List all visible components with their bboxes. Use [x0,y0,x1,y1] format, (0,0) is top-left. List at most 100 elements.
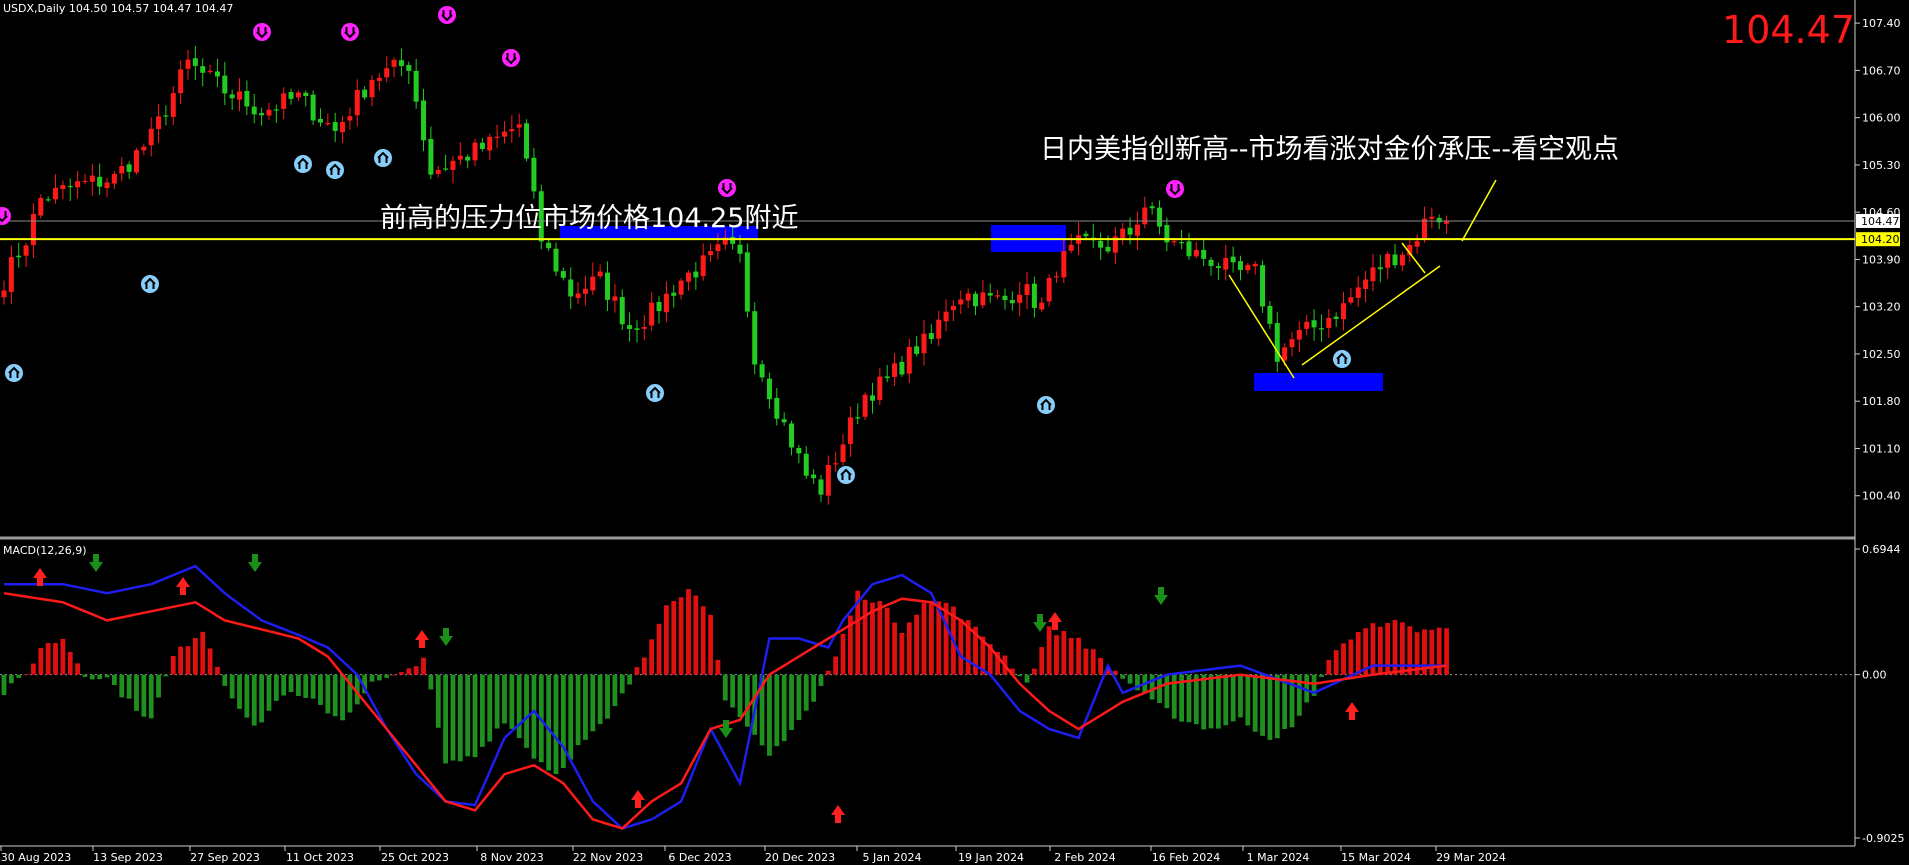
candle-body [671,292,677,296]
support-price-tag-label: 104.20 [1861,233,1900,246]
macd-histogram-bar [730,674,736,708]
macd-histogram-bar [1039,647,1045,675]
macd-histogram-bar [465,674,471,757]
candle-body [1120,228,1126,238]
time-tick-label: 2 Feb 2024 [1054,851,1115,864]
candle-body [605,272,611,300]
macd-histogram-bar [376,674,382,681]
candle-body [487,136,493,151]
macd-histogram-bar [332,674,338,717]
macd-histogram-bar [1223,674,1229,726]
candle-body [479,142,485,149]
price-tick-label: 101.80 [1862,395,1901,408]
candle-body [715,244,721,251]
candle-body [1274,323,1280,362]
candle-body [1230,256,1236,263]
candle-body [38,197,44,216]
macd-histogram-bar [435,674,441,728]
candle-body [501,131,507,137]
macd-histogram-bar [664,605,669,675]
macd-label: MACD(12,26,9) [3,544,87,557]
candle-body [1326,317,1332,328]
candle-body [192,58,198,66]
macd-histogram-bar [708,614,713,675]
macd-histogram-bar [722,674,728,701]
macd-histogram-bar [1120,674,1126,679]
macd-histogram-bar [619,674,625,694]
macd-histogram-bar [82,674,88,677]
price-tick-label: 102.50 [1862,348,1901,361]
candle-body [1348,297,1354,303]
macd-histogram-bar [237,674,242,709]
macd-histogram-bar [97,674,103,680]
fractal-up-marker [341,23,359,41]
candle-body [818,479,824,495]
candle-body [663,293,669,313]
macd-histogram-bar [170,655,176,675]
candle-body [619,297,625,325]
candle-body [1017,294,1023,303]
candle-body [560,271,566,278]
candle-body [457,155,463,160]
candle-body [575,293,581,298]
candle-body [1039,302,1045,310]
macd-histogram-bar [744,674,750,727]
macd-histogram-bar [1017,674,1023,677]
fractal-down-marker [294,155,312,173]
macd-histogram-bar [1098,657,1104,675]
macd-histogram-bar [700,606,706,675]
macd-histogram-bar [789,674,794,730]
big-price-label: 104.47 [1722,8,1855,52]
candle-body [825,464,831,496]
candle-body [1105,246,1111,252]
candle-body [23,245,29,256]
fractal-down-marker [326,161,344,179]
macd-tick-label: 0.6944 [1862,543,1901,556]
macd-histogram-bar [1267,674,1273,740]
candle-body [141,146,147,151]
candle-body [1046,277,1052,302]
macd-histogram-bar [296,674,301,697]
candle-body [1009,299,1015,304]
macd-histogram-bar [487,674,493,742]
macd-histogram-bar [906,622,912,675]
macd-histogram-bar [1377,626,1383,675]
fractal-up-marker [718,179,736,197]
candle-body [1245,264,1251,271]
candle-body [222,75,228,94]
candle-body [53,187,59,200]
candle-body [406,64,412,71]
candle-body [928,333,934,340]
candle-body [892,363,898,377]
time-tick-label: 22 Nov 2023 [573,851,643,864]
support-price-tag: 104.20 [1856,232,1900,247]
macd-histogram-bar [958,619,964,675]
macd-tick-label: 0.00 [1862,669,1887,682]
macd-histogram-bar [546,674,552,771]
macd-histogram-bar [222,674,228,686]
candle-body [958,299,964,305]
candle-body [803,453,809,476]
candle-body [627,325,633,329]
macd-histogram-bar [1068,638,1074,675]
candle-body [1186,241,1192,257]
macd-histogram-bar [531,674,537,759]
macd-histogram-bar [921,602,927,675]
macd-histogram-bar [288,674,294,693]
macd-histogram-bar [1289,674,1295,728]
macd-histogram-bar [1444,628,1449,675]
candle-body [781,419,787,423]
time-tick-label: 19 Jan 2024 [958,851,1024,864]
candle-body [774,397,780,419]
candle-body [1002,295,1008,300]
candle-body [634,328,640,330]
time-tick-label: 20 Dec 2023 [765,851,835,864]
candle-body [340,122,346,133]
macd-histogram-bar [774,674,780,747]
candle-body [759,364,765,378]
macd-histogram-bar [406,668,412,675]
macd-histogram-bar [1061,630,1067,675]
macd-histogram-bar [53,643,58,675]
candle-body [553,248,559,272]
candle-body [450,160,456,170]
